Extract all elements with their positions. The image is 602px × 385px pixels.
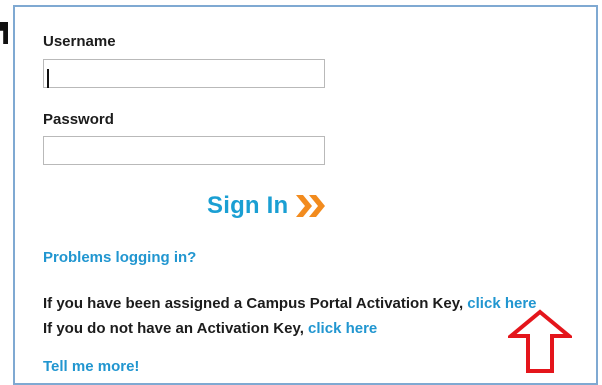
double-chevron-right-icon — [296, 193, 326, 219]
sign-in-label: Sign In — [207, 192, 289, 219]
activation-no-key-link[interactable]: click here — [308, 320, 377, 337]
username-label: Username — [43, 33, 116, 50]
password-input[interactable] — [43, 136, 325, 165]
username-input[interactable] — [43, 59, 325, 88]
activation-no-key-text: If you do not have an Activation Key, — [43, 320, 309, 337]
tell-me-more-link[interactable]: Tell me more! — [43, 358, 139, 375]
activation-assigned-text: If you have been assigned a Campus Porta… — [43, 295, 468, 312]
activation-no-key-line: If you do not have an Activation Key, cl… — [43, 320, 377, 337]
up-arrow-icon — [505, 309, 575, 373]
window-edge-mark — [0, 22, 8, 44]
text-caret — [47, 69, 49, 88]
activation-assigned-line: If you have been assigned a Campus Porta… — [43, 295, 537, 312]
problems-logging-in-link[interactable]: Problems logging in? — [43, 249, 196, 266]
sign-in-button[interactable]: Sign In — [207, 192, 326, 220]
password-label: Password — [43, 111, 114, 128]
